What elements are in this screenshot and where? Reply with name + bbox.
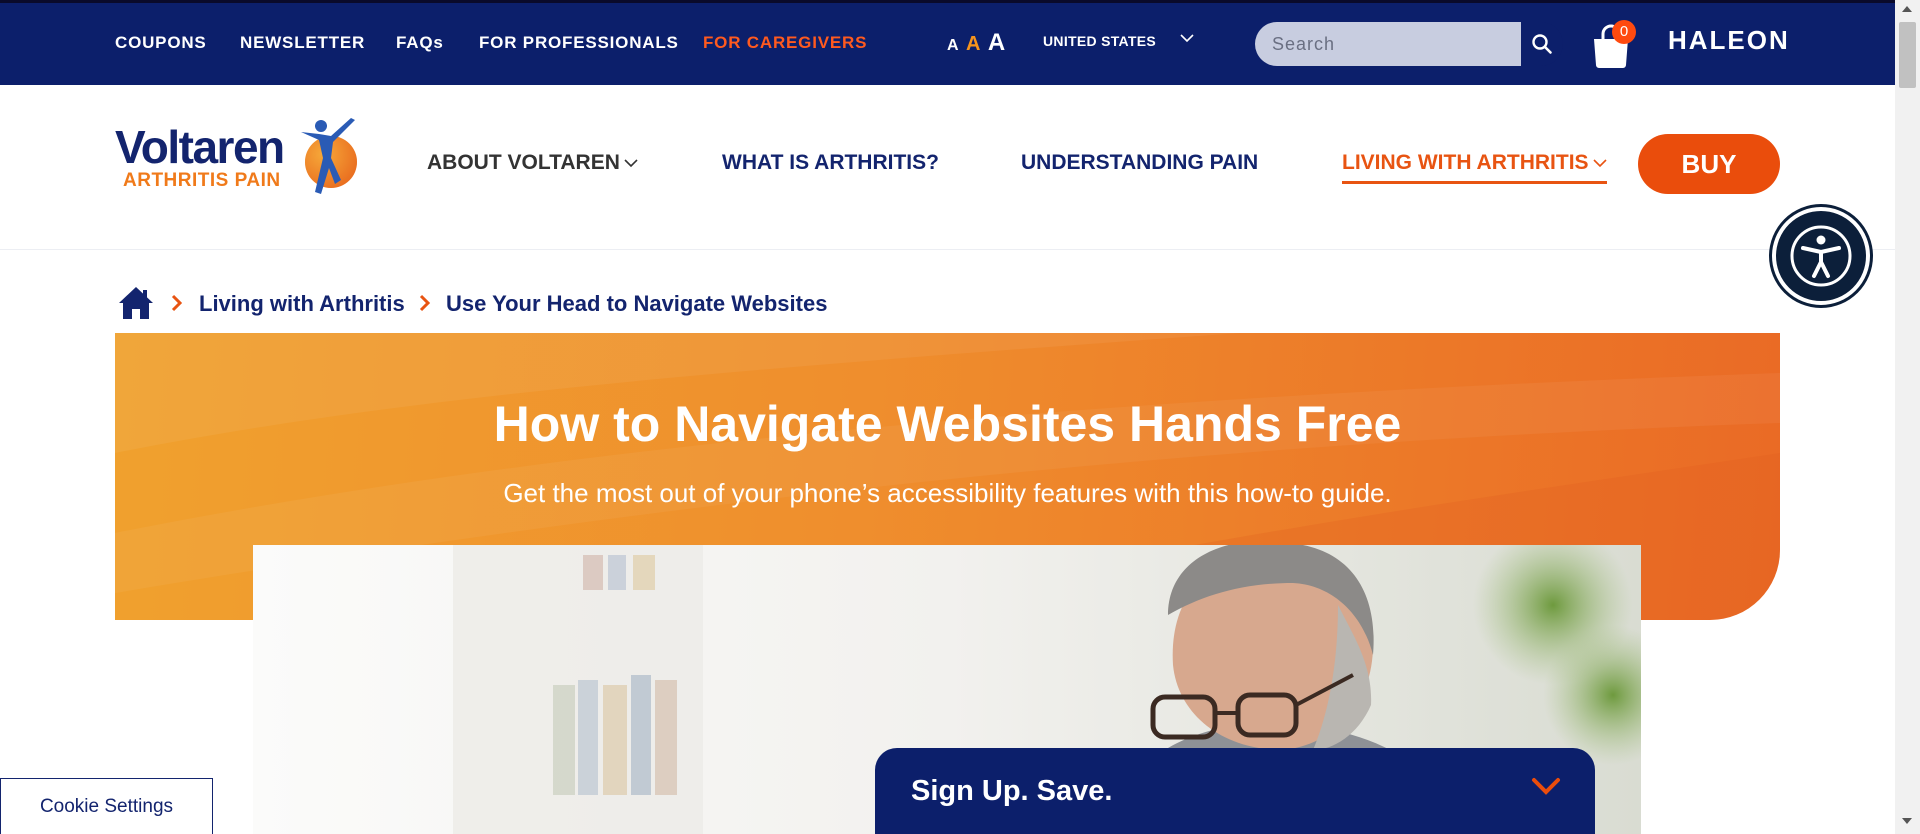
nav-what-is-arthritis[interactable]: WHAT IS ARTHRITIS? [722, 151, 939, 175]
font-size-medium[interactable]: A [966, 33, 980, 55]
home-icon[interactable] [118, 285, 154, 321]
for-caregivers-link[interactable]: FOR CAREGIVERS [703, 33, 867, 53]
logo-subtitle: ARTHRITIS PAIN [123, 170, 281, 191]
haleon-logo[interactable]: HALEON [1668, 25, 1790, 56]
newsletter-link[interactable]: NEWSLETTER [240, 33, 365, 53]
nav-about-label: ABOUT VOLTAREN [427, 151, 620, 174]
chevron-down-icon [624, 159, 638, 168]
chevron-down-icon[interactable] [1531, 776, 1561, 796]
cart-count-badge: 0 [1612, 20, 1636, 44]
nav-living-label: LIVING WITH ARTHRITIS [1342, 151, 1589, 174]
buy-button[interactable]: BUY [1638, 134, 1780, 194]
logo-figure-icon [301, 118, 357, 194]
chevron-down-icon [1592, 159, 1607, 168]
signup-panel[interactable]: Sign Up. Save. [875, 748, 1595, 834]
nav-living-with-arthritis[interactable]: LIVING WITH ARTHRITIS [1342, 151, 1607, 184]
font-size-small[interactable]: A [947, 37, 959, 54]
hero-subtitle: Get the most out of your phone’s accessi… [503, 478, 1392, 508]
search-icon [1532, 34, 1552, 54]
vertical-scrollbar[interactable] [1895, 0, 1920, 834]
chevron-right-icon [419, 294, 431, 312]
breadcrumb-current-page: Use Your Head to Navigate Websites [446, 291, 828, 316]
search-input[interactable] [1255, 22, 1521, 66]
voltaren-logo[interactable]: Voltaren ARTHRITIS PAIN [115, 118, 360, 208]
chevron-right-icon [171, 294, 183, 312]
scroll-up-arrow-icon[interactable] [1902, 6, 1912, 12]
search-button[interactable] [1521, 22, 1563, 66]
scroll-down-arrow-icon[interactable] [1902, 818, 1912, 824]
logo-wordmark: Voltaren [115, 121, 285, 173]
faqs-link[interactable]: FAQs [396, 33, 444, 53]
font-size-selector: A A A [947, 29, 1008, 57]
font-size-large[interactable]: A [988, 29, 1005, 56]
nav-understanding-pain[interactable]: UNDERSTANDING PAIN [1021, 151, 1258, 175]
country-selector[interactable]: UNITED STATES [1043, 33, 1156, 49]
accessibility-button[interactable] [1772, 207, 1870, 305]
for-professionals-link[interactable]: FOR PROFESSIONALS [479, 33, 679, 53]
chevron-down-icon[interactable] [1180, 31, 1194, 45]
nav-about-voltaren[interactable]: ABOUT VOLTAREN [427, 151, 638, 175]
top-utility-bar: COUPONS NEWSLETTER FAQs FOR PROFESSIONAL… [0, 0, 1895, 85]
accessibility-icon [1790, 225, 1852, 287]
scrollbar-thumb[interactable] [1899, 22, 1916, 88]
cookie-settings-button[interactable]: Cookie Settings [0, 778, 213, 834]
breadcrumb-living-with-arthritis[interactable]: Living with Arthritis [199, 291, 405, 317]
coupons-link[interactable]: COUPONS [115, 33, 207, 53]
hero-title: How to Navigate Websites Hands Free [493, 396, 1402, 452]
signup-title: Sign Up. Save. [911, 775, 1113, 807]
